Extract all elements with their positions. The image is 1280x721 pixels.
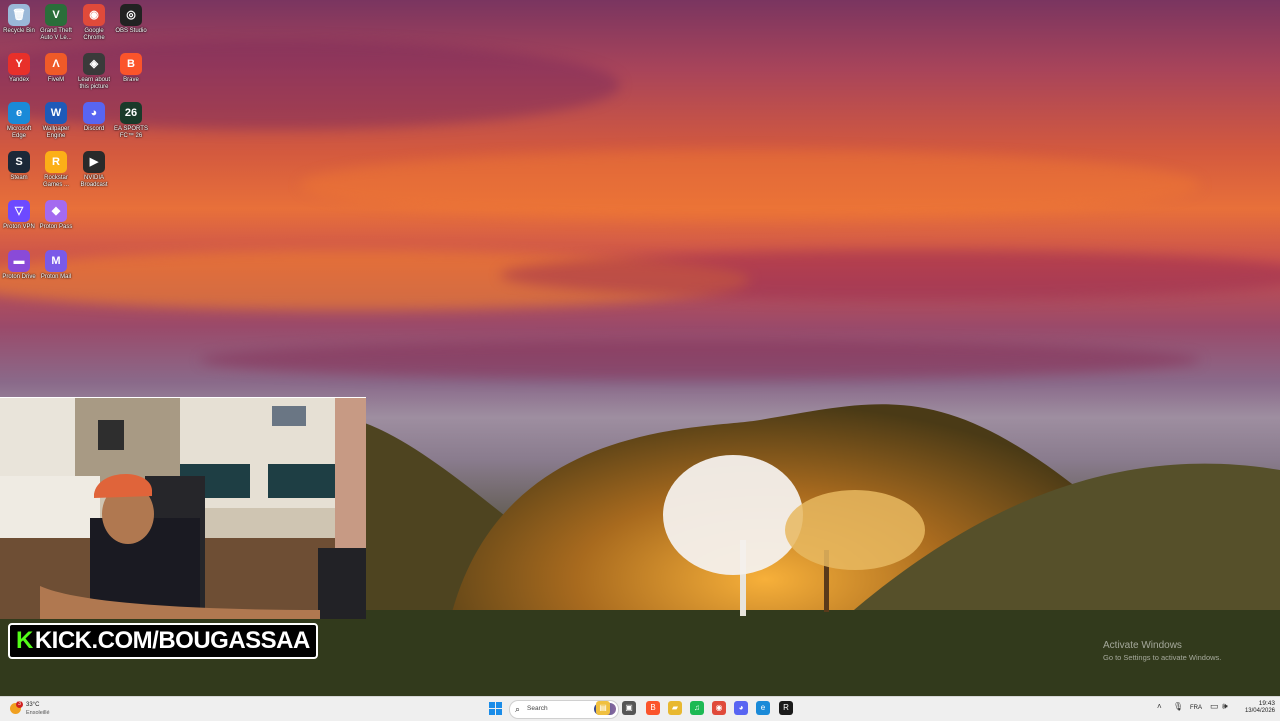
desktop-icon-label: Yandex — [9, 77, 29, 83]
desktop-icon-gta[interactable]: V Grand Theft Auto V Le... — [37, 4, 75, 42]
desktop-icon-obs[interactable]: ◎ OBS Studio — [112, 4, 150, 35]
taskbar-file-explorer-icon[interactable]: ▤ — [596, 701, 610, 715]
volume-icon[interactable]: 🕪 — [1222, 701, 1228, 712]
desktop-icon-edge[interactable]: e Microsoft Edge — [0, 102, 38, 140]
desktop-icon-rockstar[interactable]: R Rockstar Games ... — [37, 151, 75, 189]
desktop-icon-recycle-bin[interactable]: 🗑 Recycle Bin — [0, 4, 38, 35]
activate-windows-title: Activate Windows — [1103, 640, 1182, 651]
desktop-icon-learn-picture[interactable]: ◈ Learn about this picture — [75, 53, 113, 91]
kick-logo: K — [16, 627, 33, 654]
desktop-icon-label: Learn about this picture — [77, 77, 111, 90]
obs-icon: ◎ — [120, 4, 142, 26]
desktop-icon-label: Proton Pass — [39, 224, 73, 230]
streamer-camera-feed — [0, 398, 366, 619]
desktop-icon-brave[interactable]: B Brave — [112, 53, 150, 84]
proton-pass-icon: ◆ — [45, 200, 67, 222]
weather-temperature: 33°C — [26, 702, 40, 708]
learn-picture-icon: ◈ — [83, 53, 105, 75]
desktop-icon-proton-mail[interactable]: M Proton Mail — [37, 250, 75, 281]
proton-mail-icon: M — [45, 250, 67, 272]
desktop-icon-label: OBS Studio — [115, 28, 147, 34]
desktop-icon-chrome[interactable]: ◉ Google Chrome — [75, 4, 113, 42]
yandex-icon: Y — [8, 53, 30, 75]
desktop-icon-proton-pass[interactable]: ◆ Proton Pass — [37, 200, 75, 231]
webcam-overlay — [0, 397, 366, 619]
proton-vpn-icon: ▽ — [8, 200, 30, 222]
desktop-icon-wallpaper-engine[interactable]: W Wallpaper Engine — [37, 102, 75, 140]
taskbar-task-view-icon[interactable]: ▣ — [622, 701, 636, 715]
desktop-icon-fivem[interactable]: Λ FiveM — [37, 53, 75, 84]
taskbar-discord-icon[interactable]: ◕ — [734, 701, 748, 715]
search-placeholder: Search — [527, 705, 548, 712]
chrome-icon: ◉ — [83, 4, 105, 26]
language-indicator[interactable]: FRA — [1190, 705, 1202, 711]
show-hidden-icons-chevron-icon[interactable]: ˄ — [1157, 702, 1162, 711]
kick-channel-url: KICK.COM/BOUGASSAA — [34, 627, 311, 654]
fivem-icon: Λ — [45, 53, 67, 75]
weather-widget[interactable]: 3 33°C Ensoleillé — [8, 700, 68, 718]
taskbar: 3 33°C Ensoleillé ⌕ Search ▤ ▣ B ▰ ♫ ◉ ◕ e R ˄ 🎙… — [0, 696, 1280, 721]
search-icon: ⌕ — [515, 704, 521, 714]
gta-icon: V — [45, 4, 67, 26]
network-icon[interactable]: ▭ — [1210, 701, 1219, 712]
desktop-icon-label: Brave — [123, 77, 139, 83]
desktop-icon-label: Wallpaper Engine — [42, 126, 70, 139]
desktop-icon-label: Rockstar Games ... — [42, 175, 69, 188]
clock-time: 19:43 — [1258, 700, 1275, 707]
wallpaper-engine-icon: W — [45, 102, 67, 124]
steam-icon: S — [8, 151, 30, 173]
desktop-icon-label: EA SPORTS FC™ 26 — [114, 126, 148, 139]
desktop-icon-proton-vpn[interactable]: ▽ Proton VPN — [0, 200, 38, 231]
rockstar-icon: R — [45, 151, 67, 173]
taskbar-folder-icon[interactable]: ▰ — [668, 701, 682, 715]
taskbar-chrome-icon[interactable]: ◉ — [712, 701, 726, 715]
ea-fc-icon: 26 — [120, 102, 142, 124]
desktop-icon-yandex[interactable]: Y Yandex — [0, 53, 38, 84]
desktop-icon-label: NVIDIA Broadcast — [80, 175, 108, 188]
kick-stream-banner: K KICK.COM/BOUGASSAA — [8, 623, 318, 659]
windows-logo-icon — [489, 702, 495, 708]
taskbar-brave-icon[interactable]: B — [646, 701, 660, 715]
desktop-icon-label: Recycle Bin — [3, 28, 35, 34]
microphone-icon[interactable]: 🎙 — [1173, 702, 1183, 711]
nvidia-broadcast-icon: ▶ — [83, 151, 105, 173]
discord-icon: ◕ — [83, 102, 105, 124]
activate-windows-subtitle: Go to Settings to activate Windows. — [1103, 653, 1222, 662]
clock[interactable]: 19:43 13/04/2026 — [1237, 700, 1275, 714]
desktop-icon-label: Proton Mail — [40, 274, 72, 280]
desktop-icon-label: Proton VPN — [3, 224, 35, 230]
activate-windows-watermark: Activate Windows Go to Settings to activ… — [1103, 640, 1221, 662]
desktop-icon-label: Steam — [10, 175, 28, 181]
desktop-icon-label: FiveM — [47, 77, 65, 83]
recycle-bin-icon: 🗑 — [8, 4, 30, 26]
edge-icon: e — [8, 102, 30, 124]
clock-date: 13/04/2026 — [1244, 708, 1275, 714]
brave-icon: B — [120, 53, 142, 75]
desktop-icon-steam[interactable]: S Steam — [0, 151, 38, 182]
taskbar-edge-icon[interactable]: e — [756, 701, 770, 715]
taskbar-spotify-icon[interactable]: ♫ — [690, 701, 704, 715]
start-button[interactable] — [489, 702, 502, 715]
proton-drive-icon: ▬ — [8, 250, 30, 272]
desktop-icon-label: Microsoft Edge — [6, 126, 32, 139]
desktop-icon-proton-drive[interactable]: ▬ Proton Drive — [0, 250, 38, 281]
weather-description: Ensoleillé — [26, 710, 50, 716]
desktop-icon-label: Discord — [83, 126, 105, 132]
desktop-icon-ea-fc[interactable]: 26 EA SPORTS FC™ 26 — [112, 102, 150, 140]
desktop-icon-label: Proton Drive — [2, 274, 36, 280]
taskbar-rockstar-launcher-icon[interactable]: R — [779, 701, 793, 715]
weather-alert-badge: 3 — [16, 701, 23, 708]
desktop-icon-label: Grand Theft Auto V Le... — [40, 28, 72, 41]
desktop-icon-discord[interactable]: ◕ Discord — [75, 102, 113, 133]
desktop-icon-label: Google Chrome — [83, 28, 105, 41]
desktop-icon-nvidia-broadcast[interactable]: ▶ NVIDIA Broadcast — [75, 151, 113, 189]
